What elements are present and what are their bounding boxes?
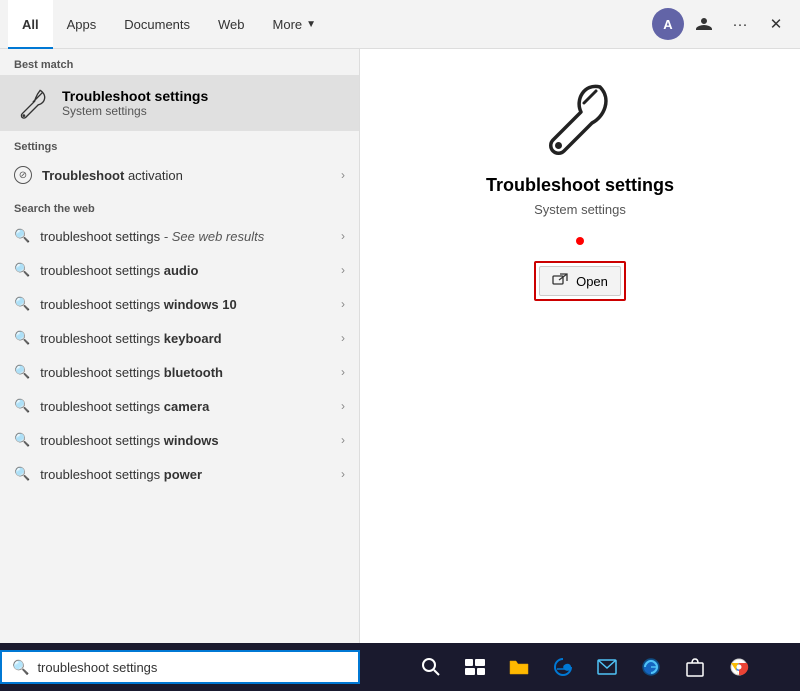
task-view-icon[interactable] xyxy=(456,648,494,686)
best-match-title: Troubleshoot settings xyxy=(62,88,208,104)
chevron-right-icon-6: › xyxy=(341,433,345,447)
web-item-6[interactable]: 🔍 troubleshoot settings windows › xyxy=(0,423,359,457)
chevron-right-icon: › xyxy=(341,168,345,182)
store-icon[interactable] xyxy=(676,648,714,686)
tab-apps[interactable]: Apps xyxy=(53,0,111,49)
web-item-0[interactable]: 🔍 troubleshoot settings - See web result… xyxy=(0,219,359,253)
search-icon-4: 🔍 xyxy=(14,364,30,380)
search-icon-1: 🔍 xyxy=(14,262,30,278)
right-panel: Troubleshoot settings System settings Op… xyxy=(360,49,800,650)
header-tabs: All Apps Documents Web More ▼ A ··· ✕ xyxy=(0,0,800,49)
search-icon-0: 🔍 xyxy=(14,228,30,244)
chevron-right-icon-1: › xyxy=(341,263,345,277)
web-item-4[interactable]: 🔍 troubleshoot settings bluetooth › xyxy=(0,355,359,389)
settings-section-label: Settings xyxy=(0,131,359,157)
wrench-icon xyxy=(14,85,50,121)
tab-documents[interactable]: Documents xyxy=(110,0,204,49)
web-item-7[interactable]: 🔍 troubleshoot settings power › xyxy=(0,457,359,491)
taskbar-search-icon: 🔍 xyxy=(12,659,29,676)
chevron-right-icon-2: › xyxy=(341,297,345,311)
right-title: Troubleshoot settings xyxy=(486,175,674,196)
web-item-3[interactable]: 🔍 troubleshoot settings keyboard › xyxy=(0,321,359,355)
ellipsis-icon[interactable]: ··· xyxy=(724,8,756,40)
chevron-right-icon-0: › xyxy=(341,229,345,243)
web-item-5[interactable]: 🔍 troubleshoot settings camera › xyxy=(0,389,359,423)
chevron-right-icon-5: › xyxy=(341,399,345,413)
taskbar-search-text: troubleshoot settings xyxy=(37,660,348,675)
settings-activation-label: Troubleshoot activation xyxy=(42,168,183,183)
search-panel: All Apps Documents Web More ▼ A ··· ✕ xyxy=(0,0,800,650)
tab-web[interactable]: Web xyxy=(204,0,259,49)
open-icon xyxy=(552,273,568,289)
right-wrench-icon xyxy=(540,79,620,159)
web-section-label: Search the web xyxy=(0,193,359,219)
web-item-2[interactable]: 🔍 troubleshoot settings windows 10 › xyxy=(0,287,359,321)
right-subtitle: System settings xyxy=(534,202,626,217)
search-icon-5: 🔍 xyxy=(14,398,30,414)
chevron-right-icon-7: › xyxy=(341,467,345,481)
mail-icon[interactable] xyxy=(588,648,626,686)
header-actions: A ··· ✕ xyxy=(652,8,792,40)
start-search-icon[interactable] xyxy=(412,648,450,686)
tab-all[interactable]: All xyxy=(8,0,53,49)
search-icon-6: 🔍 xyxy=(14,432,30,448)
search-icon-2: 🔍 xyxy=(14,296,30,312)
best-match-item[interactable]: Troubleshoot settings System settings xyxy=(0,75,359,131)
tab-more[interactable]: More ▼ xyxy=(259,0,331,49)
best-match-subtitle: System settings xyxy=(62,104,208,118)
taskbar-search-box[interactable]: 🔍 troubleshoot settings xyxy=(0,650,360,684)
chevron-right-icon-4: › xyxy=(341,365,345,379)
taskbar-icons xyxy=(370,648,800,686)
search-icon-3: 🔍 xyxy=(14,330,30,346)
search-icon-7: 🔍 xyxy=(14,466,30,482)
best-match-label: Best match xyxy=(0,49,359,75)
chrome-icon[interactable] xyxy=(720,648,758,686)
settings-activation-item[interactable]: ⊘ Troubleshoot activation › xyxy=(0,157,359,193)
prohibition-icon: ⊘ xyxy=(14,166,32,184)
edge-new-icon[interactable] xyxy=(632,648,670,686)
red-dot-indicator xyxy=(576,237,584,245)
open-button[interactable]: Open xyxy=(539,266,621,296)
left-panel: Best match Troubleshoot settings System … xyxy=(0,49,360,650)
web-item-1[interactable]: 🔍 troubleshoot settings audio › xyxy=(0,253,359,287)
edge-icon[interactable] xyxy=(544,648,582,686)
avatar[interactable]: A xyxy=(652,8,684,40)
file-explorer-icon[interactable] xyxy=(500,648,538,686)
open-btn-highlight: Open xyxy=(534,261,626,301)
chevron-right-icon-3: › xyxy=(341,331,345,345)
more-chevron-icon: ▼ xyxy=(306,19,316,30)
taskbar: 🔍 troubleshoot settings xyxy=(0,643,800,691)
content-area: Best match Troubleshoot settings System … xyxy=(0,49,800,650)
best-match-text: Troubleshoot settings System settings xyxy=(62,88,208,118)
settings-item-left: ⊘ Troubleshoot activation xyxy=(14,166,183,184)
open-label: Open xyxy=(576,274,608,289)
close-icon[interactable]: ✕ xyxy=(760,8,792,40)
person-icon[interactable] xyxy=(688,8,720,40)
